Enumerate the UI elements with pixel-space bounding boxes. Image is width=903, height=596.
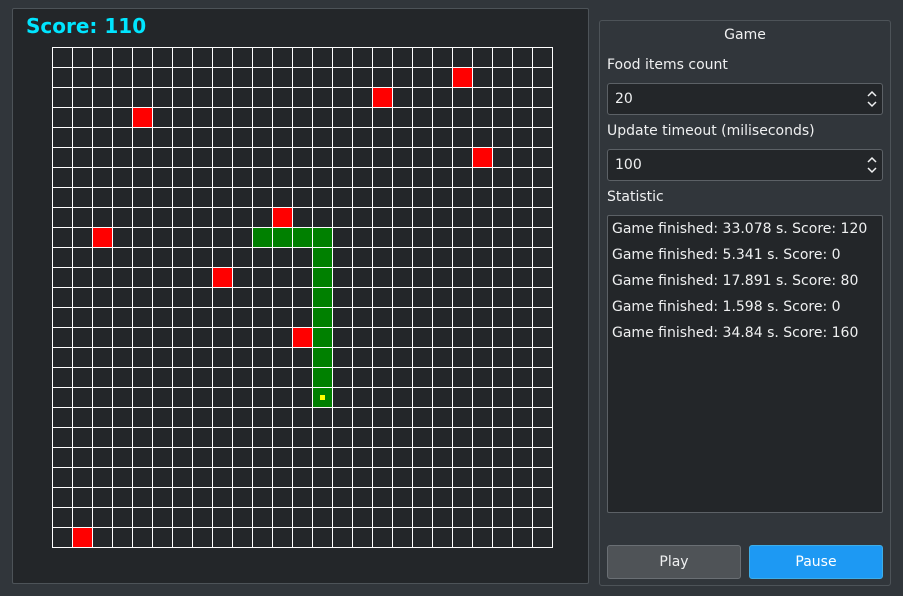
spin-arrows-icon[interactable] (866, 155, 878, 175)
snake-segment (313, 248, 332, 267)
food-count-spinbox[interactable]: 20 (607, 83, 883, 115)
list-item[interactable]: Game finished: 5.341 s. Score: 0 (612, 246, 878, 272)
food-item (93, 228, 112, 247)
snake-segment (313, 228, 332, 247)
timeout-value: 100 (615, 157, 642, 173)
food-item (273, 208, 292, 227)
spin-arrows-icon[interactable] (866, 89, 878, 109)
list-item[interactable]: Game finished: 34.84 s. Score: 160 (612, 324, 878, 350)
statistic-list[interactable]: Game finished: 33.078 s. Score: 120 Game… (607, 215, 883, 513)
game-board[interactable] (52, 47, 553, 548)
food-item (293, 328, 312, 347)
game-frame: Score: 110 (12, 8, 589, 584)
game-settings-panel: Game Food items count 20 Update timeout … (599, 20, 891, 586)
food-item (133, 108, 152, 127)
food-item (453, 68, 472, 87)
board-background (52, 47, 553, 548)
food-count-value: 20 (615, 91, 633, 107)
play-button[interactable]: Play (607, 545, 741, 579)
score-label: Score: 110 (26, 14, 147, 38)
panel-title: Game (724, 27, 766, 43)
snake-segment (293, 228, 312, 247)
snake-segment (273, 228, 292, 247)
timeout-spinbox[interactable]: 100 (607, 149, 883, 181)
list-item[interactable]: Game finished: 1.598 s. Score: 0 (612, 298, 878, 324)
snake-segment (313, 368, 332, 387)
snake-segment (313, 288, 332, 307)
snake-head-marker (320, 395, 325, 400)
timeout-label: Update timeout (miliseconds) (607, 123, 815, 139)
snake-segment (313, 348, 332, 367)
food-item (473, 148, 492, 167)
pause-button[interactable]: Pause (749, 545, 883, 579)
food-item (373, 88, 392, 107)
snake-segment (253, 228, 272, 247)
snake-segment (313, 268, 332, 287)
food-item (213, 268, 232, 287)
food-item (73, 528, 92, 547)
snake-segment (313, 308, 332, 327)
list-item[interactable]: Game finished: 33.078 s. Score: 120 (612, 220, 878, 246)
list-item[interactable]: Game finished: 17.891 s. Score: 80 (612, 272, 878, 298)
food-count-label: Food items count (607, 57, 728, 73)
statistic-label: Statistic (607, 189, 664, 205)
snake-segment (313, 328, 332, 347)
